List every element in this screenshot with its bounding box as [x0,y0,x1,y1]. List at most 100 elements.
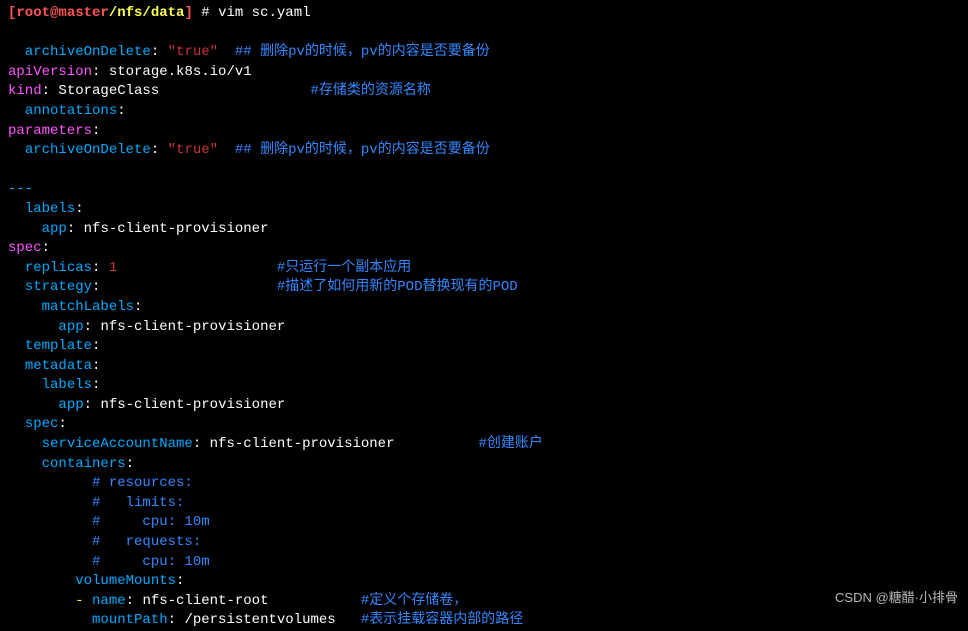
blank-line [8,24,960,44]
yaml-line: template: [8,337,960,357]
yaml-line: apiVersion: storage.k8s.io/v1 [8,63,960,83]
yaml-colon: : [92,377,100,393]
yaml-line: labels: [8,376,960,396]
yaml-line: volumeMounts: [8,572,960,592]
yaml-value: nfs-client-provisioner [100,319,285,335]
yaml-value: /persistentvolumes [184,612,335,628]
yaml-colon: : [176,573,184,589]
yaml-value: storage.k8s.io/v1 [109,64,252,80]
yaml-comment: #只运行一个副本应用 [277,260,411,276]
yaml-line: matchLabels: [8,298,960,318]
prompt-hash: # [193,5,218,21]
yaml-key: replicas [25,260,92,276]
yaml-colon: : [168,612,185,628]
yaml-key: volumeMounts [75,573,176,589]
yaml-line: # requests: [8,533,960,553]
yaml-comment: #定义个存储卷， [361,593,467,609]
watermark: CSDN @糖醋·小排骨 [835,589,958,607]
yaml-key: archiveOnDelete [25,142,151,158]
yaml-comment: # limits: [92,495,184,511]
yaml-value: StorageClass [58,83,159,99]
yaml-line: mountPath: /persistentvolumes #表示挂载容器内部的… [8,611,960,631]
yaml-key: annotations [25,103,117,119]
yaml-line: spec: [8,239,960,259]
yaml-key: parameters [8,123,92,139]
yaml-comment: #创建账户 [479,436,543,452]
yaml-colon: : [75,201,83,217]
yaml-key: spec [8,240,42,256]
yaml-line: parameters: [8,122,960,142]
yaml-line: --- [8,180,960,200]
yaml-comment: # requests: [92,534,201,550]
yaml-value: "true" [168,44,218,60]
yaml-key: app [58,397,83,413]
yaml-line: # cpu: 10m [8,553,960,573]
yaml-line: serviceAccountName: nfs-client-provision… [8,435,960,455]
yaml-key: spec [25,416,59,432]
yaml-line: app: nfs-client-provisioner [8,220,960,240]
yaml-colon: : [42,240,50,256]
yaml-line: kind: StorageClass #存储类的资源名称 [8,82,960,102]
yaml-line: app: nfs-client-provisioner [8,318,960,338]
yaml-value: nfs-client-root [142,593,268,609]
yaml-colon: : [151,44,168,60]
yaml-comment: ## 删除pv的时候，pv的内容是否要备份 [235,142,490,158]
yaml-comment: # resources: [92,475,193,491]
yaml-colon: : [126,593,143,609]
yaml-line: annotations: [8,102,960,122]
yaml-value: nfs-client-provisioner [210,436,395,452]
yaml-comment: # cpu: 10m [92,514,210,530]
yaml-comment: # cpu: 10m [92,554,210,570]
yaml-line: # cpu: 10m [8,513,960,533]
yaml-colon: : [92,260,109,276]
yaml-line: metadata: [8,357,960,377]
yaml-key: app [42,221,67,237]
yaml-key: apiVersion [8,64,92,80]
yaml-line: archiveOnDelete: "true" ## 删除pv的时候，pv的内容… [8,141,960,161]
yaml-doc-separator: --- [8,181,33,197]
yaml-comment: #描述了如何用新的POD替换现有的POD [277,279,518,295]
yaml-line: containers: [8,455,960,475]
prompt-user-host: root@master [16,5,108,21]
yaml-line: labels: [8,200,960,220]
yaml-colon: : [84,397,101,413]
yaml-colon: : [92,279,100,295]
yaml-line: spec: [8,415,960,435]
yaml-key: strategy [25,279,92,295]
yaml-value: 1 [109,260,117,276]
yaml-line: replicas: 1 #只运行一个副本应用 [8,259,960,279]
yaml-key: labels [42,377,92,393]
yaml-line: strategy: #描述了如何用新的POD替换现有的POD [8,278,960,298]
yaml-key: serviceAccountName [42,436,193,452]
yaml-key: labels [25,201,75,217]
yaml-comment: #表示挂载容器内部的路径 [361,612,523,628]
prompt-close-bracket: ] [184,5,192,21]
yaml-colon: : [92,338,100,354]
shell-command[interactable]: vim sc.yaml [218,5,310,21]
yaml-colon: : [92,358,100,374]
yaml-comment: ## 删除pv的时候，pv的内容是否要备份 [235,44,490,60]
yaml-colon: : [92,123,100,139]
terminal-output: [root@master/nfs/data] # vim sc.yaml arc… [8,4,960,631]
yaml-line: # resources: [8,474,960,494]
yaml-colon: : [67,221,84,237]
yaml-line: # limits: [8,494,960,514]
yaml-key: app [58,319,83,335]
yaml-value: "true" [168,142,218,158]
yaml-colon: : [58,416,66,432]
yaml-key: archiveOnDelete [25,44,151,60]
yaml-comment: #存储类的资源名称 [310,83,430,99]
yaml-key: mountPath [92,612,168,628]
yaml-line: app: nfs-client-provisioner [8,396,960,416]
yaml-key: kind [8,83,42,99]
yaml-colon: : [151,142,168,158]
yaml-line [8,161,960,181]
yaml-colon: : [92,64,109,80]
yaml-colon: : [42,83,59,99]
yaml-key: name [92,593,126,609]
shell-prompt-line: [root@master/nfs/data] # vim sc.yaml [8,4,960,24]
yaml-key: metadata [25,358,92,374]
yaml-key: template [25,338,92,354]
yaml-list-dash: - [75,593,92,609]
yaml-key: matchLabels [42,299,134,315]
